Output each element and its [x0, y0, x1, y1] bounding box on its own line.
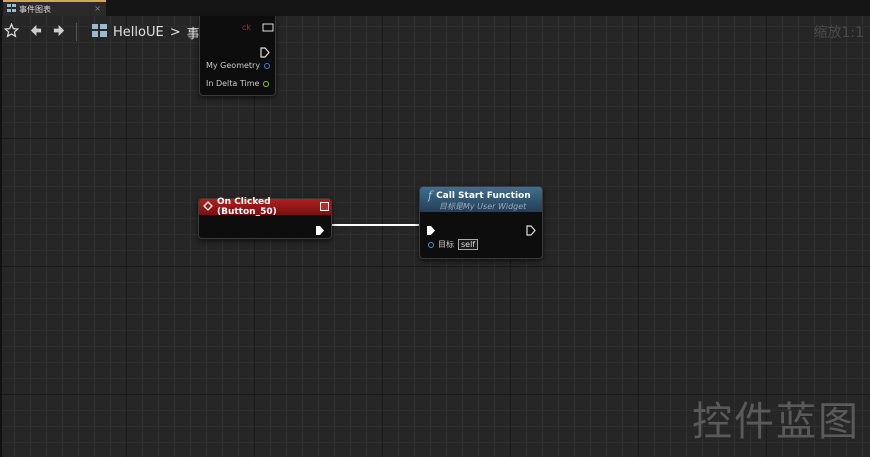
- on-clicked-exec-out-pin[interactable]: [315, 221, 325, 240]
- on-clicked-header: On Clicked (Button_50): [199, 197, 331, 217]
- target-pin-row: 目标 self: [428, 239, 479, 250]
- call-function-header: f Call Start Function 目标是My User Widget: [420, 187, 542, 212]
- target-self-value[interactable]: self: [458, 239, 479, 250]
- event-diamond-icon: [203, 200, 213, 214]
- call-function-subtitle: 目标是My User Widget: [439, 202, 527, 211]
- target-pin[interactable]: [428, 241, 434, 248]
- on-clicked-title: On Clicked (Button_50): [217, 197, 277, 217]
- target-label: 目标: [438, 240, 454, 249]
- blueprint-type-watermark: 控件蓝图: [692, 399, 860, 445]
- function-icon: f: [428, 189, 433, 202]
- call-start-function-node[interactable]: f Call Start Function 目标是My User Widget …: [419, 186, 543, 259]
- call-exec-out-pin[interactable]: [526, 221, 536, 240]
- call-function-title: Call Start Function: [436, 190, 531, 201]
- on-clicked-event-node[interactable]: On Clicked (Button_50): [198, 197, 332, 240]
- call-exec-in-pin[interactable]: [426, 221, 436, 240]
- delegate-pin-icon[interactable]: [320, 202, 329, 211]
